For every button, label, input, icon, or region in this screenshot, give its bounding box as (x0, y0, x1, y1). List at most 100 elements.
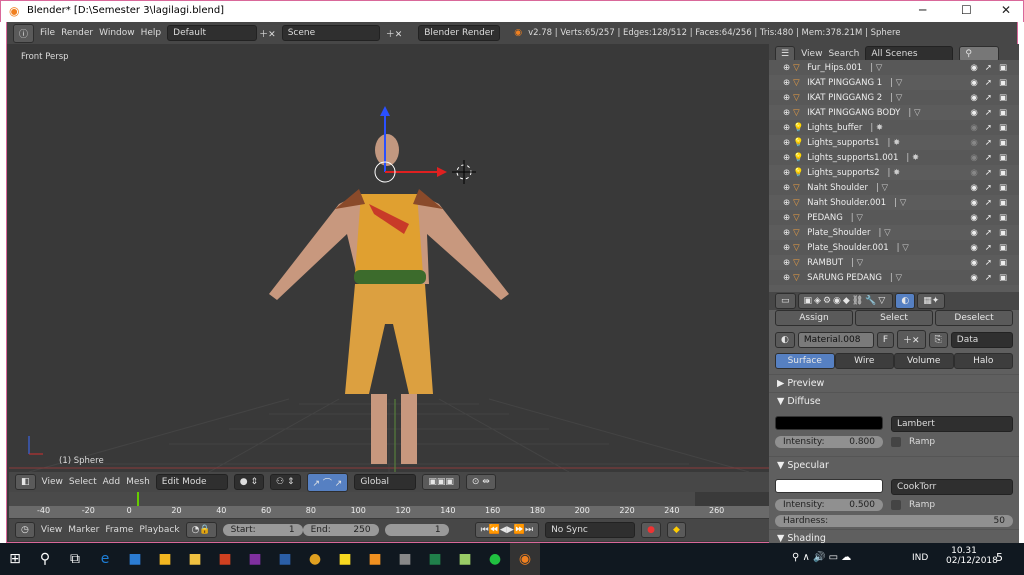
select-mode-buttons[interactable]: ▣▣▣ (422, 474, 460, 490)
outliner-item[interactable]: ⊕ ▽ Plate_Shoulder.001 | ▽ ◉ ➚ ▣ (769, 240, 1019, 255)
deselect-button[interactable]: Deselect (935, 310, 1013, 326)
expand-icon[interactable]: ⊕ (783, 273, 790, 283)
add-layout-icon[interactable]: ＋✕ (259, 27, 276, 40)
specular-panel[interactable]: ▼ Specular (769, 456, 1019, 474)
assign-button[interactable]: Assign (775, 310, 853, 326)
shading-select[interactable]: ● ⇕ (233, 474, 265, 490)
expand-icon[interactable]: ⊕ (783, 138, 790, 148)
menu-view[interactable]: View (42, 477, 63, 487)
sticky-notes-icon[interactable]: ■ (330, 543, 360, 575)
close-button[interactable]: ✕ (1001, 3, 1011, 17)
menu-playback[interactable]: Playback (139, 525, 179, 535)
layout-select[interactable]: Default (167, 25, 258, 41)
eye-icon[interactable]: ◉ (970, 243, 977, 253)
eye-icon[interactable]: ◉ (970, 198, 977, 208)
current-frame-marker[interactable] (137, 492, 139, 506)
expand-icon[interactable]: ⊕ (783, 243, 790, 253)
expand-icon[interactable]: ⊕ (783, 123, 790, 133)
minimize-button[interactable]: ─ (919, 3, 926, 17)
render-icon[interactable]: ▣ (999, 123, 1007, 133)
cursor-icon[interactable]: ➚ (985, 168, 992, 178)
snap-buttons[interactable]: ⊙ ⇹ (465, 474, 496, 490)
render-icon[interactable]: ▣ (999, 168, 1007, 178)
expand-icon[interactable]: ⊕ (783, 213, 790, 223)
diffuse-shader-select[interactable]: Lambert (891, 416, 1013, 432)
manipulator-toggle[interactable]: ↗ ⌒ ↗ (306, 472, 349, 492)
keying-set-select[interactable]: ◆ (666, 522, 686, 538)
select-button[interactable]: Select (855, 310, 933, 326)
editor-type-icon[interactable]: ◧ (15, 474, 36, 490)
cursor-icon[interactable]: ➚ (985, 78, 992, 88)
notification-icon[interactable]: 5 (996, 551, 1003, 564)
eye-icon[interactable]: ◉ (970, 93, 977, 103)
eye-icon[interactable]: ◉ (970, 228, 977, 238)
expand-icon[interactable]: ⊕ (783, 93, 790, 103)
editor-type-icon[interactable]: ◷ (15, 522, 35, 538)
preview-panel[interactable]: ▶ Preview (769, 374, 1019, 392)
eye-icon[interactable]: ◉ (970, 213, 977, 223)
menu-help[interactable]: Help (141, 28, 162, 38)
menu-file[interactable]: File (40, 28, 55, 38)
start-frame-field[interactable]: Start: 1 (222, 524, 303, 536)
eye-icon[interactable]: ◉ (970, 78, 977, 88)
eye-icon[interactable]: ◉ (970, 138, 977, 148)
specular-shader-select[interactable]: CookTorr (891, 479, 1013, 495)
app-icon[interactable]: ■ (450, 543, 480, 575)
render-icon[interactable]: ▣ (999, 138, 1007, 148)
outliner-item[interactable]: ⊕ ▽ IKAT PINGGANG 2 | ▽ ◉ ➚ ▣ (769, 90, 1019, 105)
outliner-item[interactable]: ⊕ ▽ PEDANG | ▽ ◉ ➚ ▣ (769, 210, 1019, 225)
cursor-icon[interactable]: ➚ (985, 138, 992, 148)
expand-icon[interactable]: ⊕ (783, 63, 790, 73)
cursor-icon[interactable]: ➚ (985, 123, 992, 133)
tab-volume[interactable]: Volume (894, 353, 954, 369)
search-icon[interactable]: ⚲ (30, 543, 60, 575)
menu-add[interactable]: Add (103, 477, 120, 487)
cursor-icon[interactable]: ➚ (985, 228, 992, 238)
outliner-item[interactable]: ⊕ ▽ Naht Shoulder.001 | ▽ ◉ ➚ ▣ (769, 195, 1019, 210)
render-icon[interactable]: ▣ (999, 93, 1007, 103)
expand-icon[interactable]: ⊕ (783, 108, 790, 118)
powerpoint-icon[interactable]: ■ (210, 543, 240, 575)
menu-mesh[interactable]: Mesh (126, 477, 150, 487)
eye-icon[interactable]: ◉ (970, 153, 977, 163)
expand-icon[interactable]: ⊕ (783, 183, 790, 193)
cursor-icon[interactable]: ➚ (985, 243, 992, 253)
cursor-icon[interactable]: ➚ (985, 93, 992, 103)
render-icon[interactable]: ▣ (999, 183, 1007, 193)
outliner-item[interactable]: ⊕ 💡 Lights_supports1 | ✸ ◉ ➚ ▣ (769, 135, 1019, 150)
system-tray-icons[interactable]: ⚲ ∧ 🔊 ▭ ☁ (792, 552, 851, 563)
outliner-item[interactable]: ⊕ ▽ Fur_Hips.001 | ▽ ◉ ➚ ▣ (769, 60, 1019, 75)
outliner-item[interactable]: ⊕ 💡 Lights_supports2 | ✸ ◉ ➚ ▣ (769, 165, 1019, 180)
material-add-remove[interactable]: ＋✕ (897, 330, 926, 349)
eye-icon[interactable]: ◉ (970, 123, 977, 133)
clock[interactable]: 10.31 02/12/2018 (946, 546, 998, 566)
material-tab-icon[interactable]: ◐ (895, 293, 916, 309)
file-explorer-icon[interactable]: ■ (180, 543, 210, 575)
cursor-icon[interactable]: ➚ (985, 183, 992, 193)
render-icon[interactable]: ▣ (999, 198, 1007, 208)
specular-color-swatch[interactable] (775, 479, 883, 493)
context-tabs[interactable]: ▣◈⚙◉◆⛓🔧▽ (797, 293, 894, 309)
render-icon[interactable]: ▣ (999, 228, 1007, 238)
add-scene-icon[interactable]: ＋✕ (386, 27, 403, 40)
start-button-icon[interactable]: ⊞ (0, 543, 30, 575)
expand-icon[interactable]: ⊕ (783, 258, 790, 268)
expand-icon[interactable]: ⊕ (783, 168, 790, 178)
eye-icon[interactable]: ◉ (970, 108, 977, 118)
tab-surface[interactable]: Surface (775, 353, 835, 369)
render-engine-select[interactable]: Blender Render (418, 25, 501, 41)
record-button[interactable]: ● (641, 522, 661, 538)
cursor-icon[interactable]: ➚ (985, 63, 992, 73)
texture-tab-icon[interactable]: ▦✦ (917, 293, 946, 309)
cursor-icon[interactable]: ➚ (985, 213, 992, 223)
eye-icon[interactable]: ◉ (970, 168, 977, 178)
outlook-icon[interactable]: ■ (120, 543, 150, 575)
excel-icon[interactable]: ■ (420, 543, 450, 575)
render-icon[interactable]: ▣ (999, 213, 1007, 223)
editor-type-icon[interactable]: ▭ (775, 293, 796, 309)
render-icon[interactable]: ▣ (999, 63, 1007, 73)
menu-view[interactable]: View (801, 49, 822, 59)
specular-intensity-field[interactable]: Intensity: 0.500 (775, 499, 883, 511)
orientation-select[interactable]: Global (354, 474, 417, 490)
render-icon[interactable]: ▣ (999, 78, 1007, 88)
